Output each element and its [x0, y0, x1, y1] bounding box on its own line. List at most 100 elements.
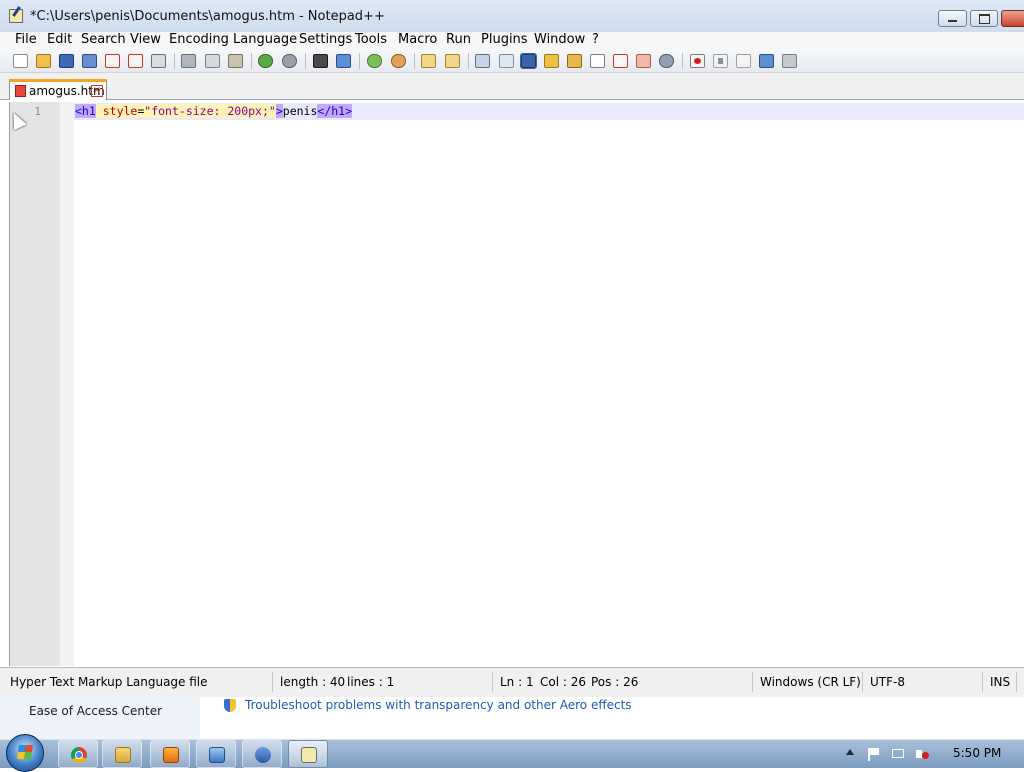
- menu-settings[interactable]: Settings: [299, 32, 352, 49]
- menu-help[interactable]: ?: [592, 32, 599, 49]
- app-icon: [255, 747, 271, 763]
- print-icon[interactable]: [151, 54, 166, 68]
- sync-vertical-icon[interactable]: [421, 54, 436, 68]
- cut-icon[interactable]: [181, 54, 196, 68]
- menu-language[interactable]: Language: [233, 32, 297, 49]
- menu-encoding[interactable]: Encoding: [169, 32, 229, 49]
- toolbar: [0, 49, 1024, 73]
- taskbar-notepad-plus-plus[interactable]: [288, 740, 328, 768]
- undo-icon[interactable]: [258, 54, 273, 68]
- status-bar: Hyper Text Markup Language file length :…: [0, 667, 1024, 697]
- open-file-icon[interactable]: [36, 54, 51, 68]
- sync-horizontal-icon[interactable]: [445, 54, 460, 68]
- copy-icon[interactable]: [205, 54, 220, 68]
- function-list-icon[interactable]: [590, 54, 605, 68]
- new-file-icon[interactable]: [13, 54, 28, 68]
- doc-map-icon[interactable]: [567, 54, 582, 68]
- save-all-icon[interactable]: [82, 54, 97, 68]
- monitoring-icon[interactable]: [636, 54, 651, 68]
- menu-macro[interactable]: Macro: [398, 32, 437, 49]
- taskbar-explorer[interactable]: [102, 740, 142, 768]
- status-eol: Windows (CR LF): [760, 675, 861, 689]
- editor-area[interactable]: 1 <h1 style="font-size: 200px;">penis</h…: [7, 102, 1024, 666]
- unsaved-file-icon: [15, 85, 26, 97]
- status-ln: Ln : 1: [500, 675, 534, 689]
- word-wrap-icon[interactable]: [475, 54, 490, 68]
- status-length: length : 40: [280, 675, 346, 689]
- title-bar: *C:\Users\penis\Documents\amogus.htm - N…: [0, 0, 1024, 32]
- save-icon[interactable]: [59, 54, 74, 68]
- troubleshoot-aero-link[interactable]: Troubleshoot problems with transparency …: [245, 698, 632, 712]
- replace-icon[interactable]: [336, 54, 351, 68]
- notepad-plus-plus-icon: [301, 747, 317, 763]
- start-button[interactable]: [6, 734, 44, 772]
- menu-edit[interactable]: Edit: [47, 32, 72, 49]
- action-center-flag-icon[interactable]: [866, 747, 880, 761]
- taskbar: 5:50 PM: [0, 734, 1024, 772]
- status-pos: Pos : 26: [591, 675, 639, 689]
- tab-amogus-htm[interactable]: amogus.htm ×: [9, 79, 107, 100]
- eye-icon[interactable]: [659, 54, 674, 68]
- control-panel-sidebar: Ease of Access Center: [0, 697, 200, 739]
- folder-icon: [115, 747, 131, 763]
- zoom-in-icon[interactable]: [367, 54, 382, 68]
- media-player-icon: [163, 747, 179, 763]
- status-encoding: UTF-8: [870, 675, 905, 689]
- tab-bar: amogus.htm ×: [0, 73, 1024, 100]
- window-title: *C:\Users\penis\Documents\amogus.htm - N…: [30, 9, 385, 24]
- shield-icon: [224, 699, 236, 712]
- user-language-icon[interactable]: [544, 54, 559, 68]
- menu-run[interactable]: Run: [446, 32, 471, 49]
- folder-workspace-icon[interactable]: [613, 54, 628, 68]
- chrome-icon: [71, 747, 87, 763]
- find-icon[interactable]: [313, 54, 328, 68]
- status-filetype: Hyper Text Markup Language file: [10, 675, 208, 689]
- status-lines: lines : 1: [347, 675, 395, 689]
- taskbar-app[interactable]: [242, 740, 282, 768]
- notepad-plus-plus-icon[interactable]: [9, 9, 23, 23]
- save-macro-icon[interactable]: [782, 54, 797, 68]
- ease-of-access-link[interactable]: Ease of Access Center: [29, 704, 162, 718]
- zoom-out-icon[interactable]: [391, 54, 406, 68]
- menu-search[interactable]: Search: [81, 32, 126, 49]
- menu-plugins[interactable]: Plugins: [481, 32, 528, 49]
- line-number-gutter: 1: [10, 102, 60, 666]
- token-gt: >: [275, 104, 283, 118]
- clock[interactable]: 5:50 PM: [953, 746, 1001, 760]
- token-open-tag: <h1: [75, 104, 96, 118]
- close-all-icon[interactable]: [128, 54, 143, 68]
- fold-margin: [60, 102, 74, 666]
- token-attribute: style: [102, 104, 138, 118]
- run-macro-multiple-icon[interactable]: [759, 54, 774, 68]
- show-all-chars-icon[interactable]: [499, 54, 514, 68]
- show-hidden-icons-icon[interactable]: [846, 749, 854, 755]
- code-line[interactable]: <h1 style="font-size: 200px;">penis</h1>: [75, 104, 353, 119]
- menu-view[interactable]: View: [130, 32, 161, 49]
- stop-macro-icon[interactable]: [713, 54, 728, 68]
- taskbar-chrome[interactable]: [58, 740, 98, 768]
- token-close-tag: </h1>: [317, 104, 353, 118]
- menu-tools[interactable]: Tools: [355, 32, 387, 49]
- network-icon[interactable]: [891, 747, 905, 761]
- background-window: Ease of Access Center Troubleshoot probl…: [0, 697, 1024, 739]
- paste-icon[interactable]: [228, 54, 243, 68]
- redo-icon[interactable]: [282, 54, 297, 68]
- close-icon[interactable]: [105, 54, 120, 68]
- menu-window[interactable]: Window: [534, 32, 585, 49]
- tab-close-icon[interactable]: ×: [91, 85, 103, 97]
- minimize-button[interactable]: [938, 10, 967, 27]
- close-button[interactable]: [1001, 10, 1024, 27]
- maximize-button[interactable]: [970, 10, 998, 27]
- status-mode: INS: [990, 675, 1011, 689]
- token-attribute-value: "font-size: 200px;": [144, 104, 276, 118]
- indent-guide-icon[interactable]: [520, 53, 537, 69]
- play-macro-icon[interactable]: [736, 54, 751, 68]
- token-space: [95, 104, 103, 118]
- taskbar-media-player[interactable]: [150, 740, 190, 768]
- volume-muted-icon[interactable]: [915, 747, 929, 761]
- taskbar-control-panel[interactable]: [196, 740, 236, 768]
- menu-file[interactable]: File: [15, 32, 37, 49]
- token-text: penis: [282, 104, 318, 118]
- control-panel-icon: [209, 747, 225, 763]
- record-macro-icon[interactable]: [690, 54, 705, 68]
